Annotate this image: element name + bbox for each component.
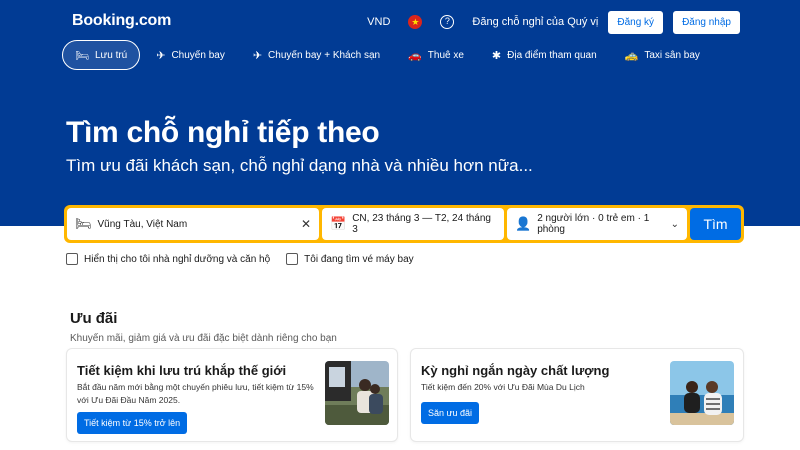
checkbox-box[interactable] — [66, 253, 78, 265]
checkbox-box[interactable] — [286, 253, 299, 265]
register-button[interactable]: Đăng ký — [608, 10, 664, 34]
vietnam-flag-icon — [408, 15, 423, 29]
nav-stays[interactable]: 🛏 Lưu trú — [62, 40, 141, 70]
help-button[interactable]: ? — [440, 15, 455, 29]
hero-subtitle: Tìm ưu đãi khách sạn, chỗ nghỉ dạng nhà … — [66, 156, 533, 175]
nav-label: Lưu trú — [94, 49, 128, 61]
nav-car-rental[interactable]: 🚗 Thuê xe — [396, 40, 476, 70]
date-picker[interactable]: 📅 CN, 23 tháng 3 — T2, 24 tháng 3 — [322, 208, 504, 240]
offers-subtitle: Khuyến mãi, giảm giá và ưu đãi đặc biệt … — [70, 333, 337, 344]
login-button[interactable]: Đăng nhập — [673, 10, 740, 34]
nav-flight-hotel[interactable]: ✈ Chuyến bay + Khách sạn — [241, 40, 392, 70]
car-icon: 🚗 — [408, 49, 422, 62]
attractions-icon: ✱ — [491, 49, 502, 62]
nav-label: Chuyến bay — [171, 49, 225, 61]
offer-card-desc: Bắt đầu năm mới bằng một chuyến phiêu lư… — [77, 382, 314, 405]
flight-hotel-icon: ✈ — [252, 49, 263, 62]
nav-airport-taxi[interactable]: 🚕 Taxi sân bay — [613, 40, 712, 70]
calendar-icon: 📅 — [330, 216, 347, 231]
bed-icon: 🛏 — [75, 49, 89, 62]
flights-checkbox[interactable]: Tôi đang tìm vé máy bay — [286, 253, 414, 265]
search-bar: 🛏 Vũng Tàu, Việt Nam ✕ 📅 CN, 23 tháng 3 … — [64, 205, 744, 243]
offer-card-title: Tiết kiệm khi lưu trú khắp thế giới — [77, 363, 287, 378]
guests-value: 2 người lớn · 0 trẻ em · 1 phòng — [537, 213, 650, 235]
travel-photo — [325, 361, 389, 425]
currency-selector[interactable]: VND — [367, 16, 390, 28]
nav-flights[interactable]: ✈ Chuyến bay — [144, 40, 237, 70]
language-selector[interactable] — [408, 15, 423, 29]
plane-icon: ✈ — [156, 49, 166, 62]
nav-label: Chuyến bay + Khách sạn — [268, 49, 381, 61]
list-property-link[interactable]: Đăng chỗ nghỉ của Quý vị — [472, 16, 598, 28]
nav-label: Thuê xe — [427, 49, 464, 61]
destination-value: Vũng Tàu, Việt Nam — [97, 218, 188, 230]
offer-card-title: Kỳ nghỉ ngắn ngày chất lượng — [421, 363, 610, 378]
homes-checkbox[interactable]: Hiển thị cho tôi nhà nghỉ dưỡng và căn h… — [66, 253, 270, 265]
guests-selector[interactable]: 👤 2 người lớn · 0 trẻ em · 1 phòng ⌄ — [507, 208, 687, 240]
offer-card-desc: Tiết kiệm đến 20% với Ưu Đãi Mùa Du Lịch — [421, 382, 585, 392]
top-bar: VND ? Đăng chỗ nghỉ của Quý vị Đăng ký Đ… — [349, 10, 740, 34]
taxi-icon: 🚕 — [624, 49, 639, 62]
hero-title: Tìm chỗ nghỉ tiếp theo — [66, 116, 380, 149]
search-options: Hiển thị cho tôi nhà nghỉ dưỡng và căn h… — [66, 253, 430, 265]
destination-input[interactable]: 🛏 Vũng Tàu, Việt Nam ✕ — [67, 208, 319, 240]
booking-logo[interactable]: Booking.com — [72, 12, 171, 30]
nav-label: Taxi sân bay — [644, 49, 700, 61]
clear-icon[interactable]: ✕ — [301, 217, 311, 231]
offer-save-button[interactable]: Tiết kiệm từ 15% trở lên — [77, 412, 188, 434]
person-icon: 👤 — [515, 216, 532, 231]
product-nav: 🛏 Lưu trú ✈ Chuyến bay ✈ Chuyến bay + Kh… — [62, 40, 716, 70]
hunt-deals-button[interactable]: Săn ưu đãi — [421, 402, 480, 424]
couple-photo — [670, 361, 734, 425]
flights-checkbox-label: Tôi đang tìm vé máy bay — [304, 253, 414, 265]
offers-title: Ưu đãi — [70, 310, 118, 327]
dates-value: CN, 23 tháng 3 — T2, 24 tháng 3 — [352, 213, 491, 235]
offer-card-short-trip[interactable]: Kỳ nghỉ ngắn ngày chất lượng Tiết kiệm đ… — [410, 348, 744, 442]
search-button[interactable]: Tìm — [690, 208, 741, 240]
offer-card-global[interactable]: Tiết kiệm khi lưu trú khắp thế giới Bắt … — [66, 348, 398, 442]
help-icon: ? — [440, 15, 455, 29]
nav-label: Địa điểm tham quan — [507, 49, 597, 61]
nav-attractions[interactable]: ✱ Địa điểm tham quan — [480, 40, 609, 70]
chevron-down-icon: ⌄ — [670, 218, 679, 230]
homes-checkbox-label: Hiển thị cho tôi nhà nghỉ dưỡng và căn h… — [84, 253, 271, 265]
bed-icon: 🛏 — [75, 216, 92, 231]
